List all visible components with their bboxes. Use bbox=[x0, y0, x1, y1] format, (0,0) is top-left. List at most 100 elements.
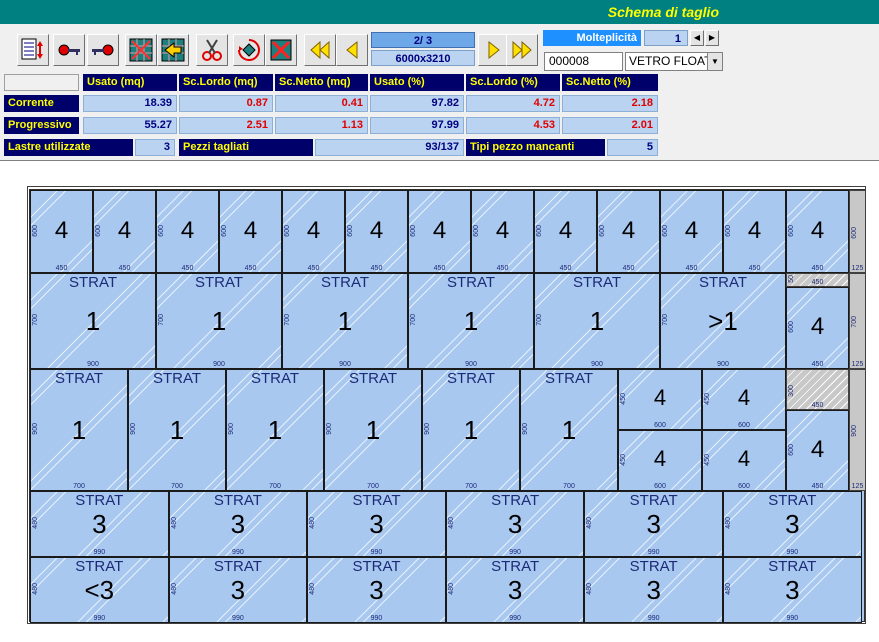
optimize-button[interactable] bbox=[17, 34, 49, 66]
glass-piece[interactable]: 4 600 450 bbox=[618, 430, 702, 491]
rotate-button[interactable] bbox=[233, 34, 265, 66]
piece-height: 900 bbox=[130, 423, 137, 435]
lastre-value: 3 bbox=[135, 139, 175, 156]
glass-piece[interactable]: STRAT 1 900 700 bbox=[156, 273, 282, 369]
glass-piece[interactable]: STRAT 1 700 900 bbox=[324, 369, 422, 491]
material-select[interactable]: VETRO FLOAT ▼ bbox=[625, 52, 723, 71]
grid-button[interactable] bbox=[125, 34, 157, 66]
double-left-arrow-icon bbox=[310, 40, 330, 60]
glass-piece[interactable]: 4 450 600 bbox=[786, 190, 849, 273]
multiplicity-label: Molteplicità bbox=[543, 30, 641, 46]
glass-piece[interactable]: STRAT 1 900 700 bbox=[408, 273, 534, 369]
piece-label: STRAT bbox=[768, 558, 817, 575]
glass-piece[interactable]: STRAT 1 900 700 bbox=[30, 273, 156, 369]
first-page-button[interactable] bbox=[304, 34, 336, 66]
glass-piece[interactable]: STRAT 3 990 480 bbox=[168, 491, 308, 557]
waste-height: 300 bbox=[788, 384, 795, 397]
glass-piece[interactable]: STRAT 3 990 480 bbox=[307, 491, 446, 557]
last-page-button[interactable] bbox=[506, 34, 538, 66]
glass-piece[interactable]: STRAT >1 900 700 bbox=[660, 273, 786, 369]
glass-piece[interactable]: STRAT 3 990 480 bbox=[723, 491, 862, 557]
stat-cell: 1.13 bbox=[275, 117, 368, 134]
piece-width: 450 bbox=[181, 265, 194, 272]
glass-piece[interactable]: STRAT 1 700 900 bbox=[226, 369, 324, 491]
key-left-button[interactable] bbox=[53, 34, 85, 66]
glass-piece[interactable]: 4 450 600 bbox=[534, 190, 597, 273]
waste-area: 450 300 bbox=[786, 369, 849, 410]
glass-piece[interactable]: 4 450 600 bbox=[723, 190, 786, 273]
pezzi-label: Pezzi tagliati bbox=[179, 139, 313, 156]
grid-arrow-button[interactable] bbox=[157, 34, 189, 66]
waste-height: 50 bbox=[788, 275, 795, 283]
piece-width: 450 bbox=[118, 265, 131, 272]
piece-width: 990 bbox=[232, 549, 244, 556]
waste-height: 900 bbox=[851, 425, 858, 437]
piece-width: 900 bbox=[591, 361, 603, 368]
glass-piece[interactable]: STRAT 3 990 480 bbox=[445, 491, 585, 557]
glass-piece[interactable]: 4 600 450 bbox=[618, 369, 702, 430]
glass-piece[interactable]: 4 450 600 bbox=[282, 190, 345, 273]
glass-sheet[interactable]: 4 450 600 4 450 600 4 450 600 4 450 600 4 450 600 4 450 6… bbox=[29, 189, 866, 623]
grid-arrow-icon bbox=[161, 38, 185, 62]
glass-piece[interactable]: STRAT 3 990 480 bbox=[168, 557, 308, 623]
glass-piece[interactable]: 4 450 600 bbox=[786, 287, 849, 369]
glass-piece[interactable]: 4 600 450 bbox=[702, 369, 786, 430]
code-field[interactable]: 000008 bbox=[544, 52, 623, 71]
glass-piece[interactable]: STRAT 3 990 480 bbox=[445, 557, 585, 623]
glass-piece[interactable]: 4 450 600 bbox=[219, 190, 282, 273]
stat-cell: 18.39 bbox=[83, 95, 177, 112]
glass-piece[interactable]: 4 450 600 bbox=[93, 190, 156, 273]
glass-piece[interactable]: STRAT 1 700 900 bbox=[422, 369, 520, 491]
tipi-value: 5 bbox=[607, 139, 658, 156]
glass-piece[interactable]: STRAT 3 990 480 bbox=[584, 557, 723, 623]
piece-number: 1 bbox=[365, 415, 381, 445]
piece-width: 990 bbox=[509, 615, 521, 622]
glass-piece[interactable]: STRAT <3 990 480 bbox=[30, 557, 169, 623]
glass-piece[interactable]: 4 450 600 bbox=[660, 190, 723, 273]
piece-label: STRAT bbox=[446, 370, 496, 387]
glass-piece[interactable]: 4 450 600 bbox=[30, 190, 93, 273]
key-right-button[interactable] bbox=[87, 34, 119, 66]
chevron-down-icon[interactable]: ▼ bbox=[707, 53, 722, 70]
piece-number: 4 bbox=[180, 216, 195, 244]
glass-piece[interactable]: 4 450 600 bbox=[471, 190, 534, 273]
glass-piece[interactable]: 4 450 600 bbox=[786, 410, 849, 491]
glass-piece[interactable]: 4 450 600 bbox=[597, 190, 660, 273]
prev-page-button[interactable] bbox=[336, 34, 368, 66]
piece-width: 900 bbox=[339, 361, 351, 368]
piece-number: 1 bbox=[589, 306, 605, 336]
glass-piece[interactable]: STRAT 1 900 700 bbox=[282, 273, 408, 369]
piece-height: 480 bbox=[725, 583, 732, 595]
glass-piece[interactable]: STRAT 1 900 700 bbox=[534, 273, 660, 369]
piece-number: 1 bbox=[169, 415, 185, 445]
piece-width: 900 bbox=[87, 361, 99, 368]
glass-piece[interactable]: STRAT 3 990 480 bbox=[30, 491, 169, 557]
glass-piece[interactable]: STRAT 1 700 900 bbox=[30, 369, 128, 491]
multiplicity-value[interactable]: 1 bbox=[644, 30, 688, 46]
scissors-button[interactable] bbox=[196, 34, 228, 66]
spin-down-button[interactable]: ◀ bbox=[690, 30, 704, 46]
waste-area: 450 50 bbox=[786, 273, 849, 287]
piece-height: 450 bbox=[704, 453, 711, 466]
cancel-button[interactable] bbox=[265, 34, 297, 66]
piece-width: 450 bbox=[811, 265, 824, 272]
glass-piece[interactable]: STRAT 1 700 900 bbox=[520, 369, 618, 491]
piece-width: 600 bbox=[654, 483, 666, 490]
glass-piece[interactable]: STRAT 3 990 480 bbox=[307, 557, 446, 623]
glass-piece[interactable]: STRAT 3 990 480 bbox=[723, 557, 862, 623]
piece-width: 700 bbox=[171, 483, 183, 490]
piece-number: 3 bbox=[646, 509, 661, 539]
glass-piece[interactable]: 4 450 600 bbox=[156, 190, 219, 273]
piece-width: 990 bbox=[370, 549, 383, 556]
piece-height: 600 bbox=[536, 224, 543, 237]
glass-piece[interactable]: 4 600 450 bbox=[702, 430, 786, 491]
glass-piece[interactable]: STRAT 3 990 480 bbox=[584, 491, 723, 557]
piece-height: 480 bbox=[725, 517, 732, 529]
spin-up-button[interactable]: ▶ bbox=[705, 30, 719, 46]
piece-height: 600 bbox=[473, 224, 480, 237]
piece-width: 450 bbox=[811, 483, 824, 490]
glass-piece[interactable]: STRAT 1 700 900 bbox=[128, 369, 226, 491]
piece-label: STRAT bbox=[768, 492, 817, 509]
glass-piece[interactable]: 4 450 600 bbox=[345, 190, 408, 273]
glass-piece[interactable]: 4 450 600 bbox=[408, 190, 471, 273]
